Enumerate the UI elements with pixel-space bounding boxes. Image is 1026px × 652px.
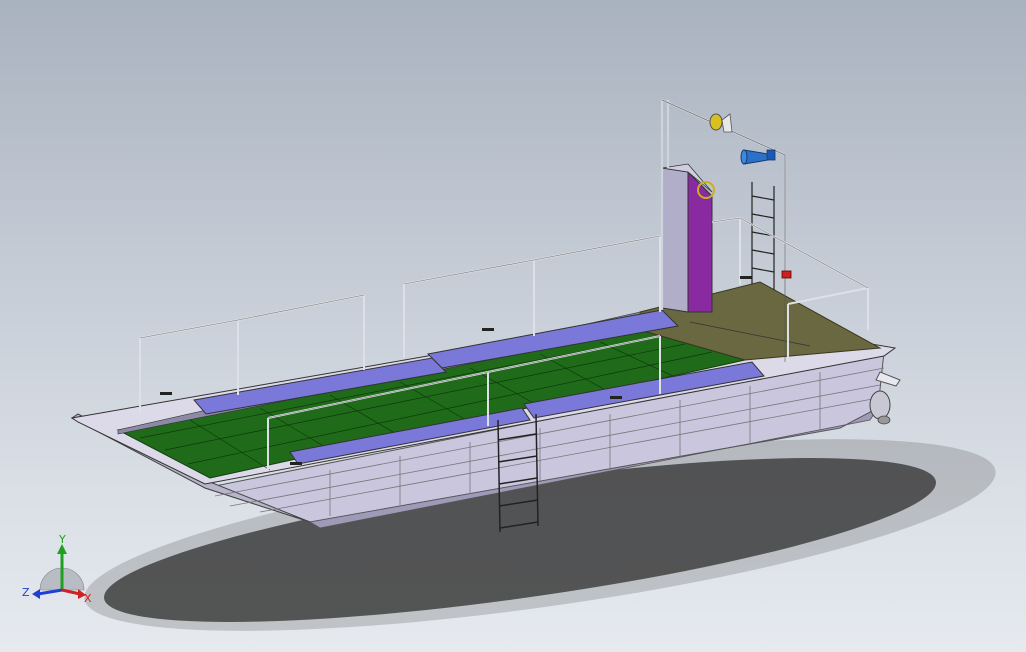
horn — [740, 149, 776, 165]
nav-light — [709, 113, 723, 131]
boat-3d-model[interactable] — [0, 0, 1026, 652]
light-bracket — [721, 113, 733, 133]
console — [661, 163, 715, 313]
z-axis-label: Z — [22, 586, 30, 599]
y-axis-label: Y — [58, 533, 66, 546]
z-axis — [37, 588, 63, 596]
extinguisher — [781, 270, 792, 279]
z-arrow — [32, 589, 40, 599]
graphics-viewport[interactable]: Y X Z — [0, 0, 1026, 652]
x-axis-label: X — [84, 592, 92, 605]
orientation-triad[interactable]: Y X Z — [18, 532, 98, 612]
mast-ladder — [751, 182, 775, 290]
x-axis — [61, 588, 81, 596]
